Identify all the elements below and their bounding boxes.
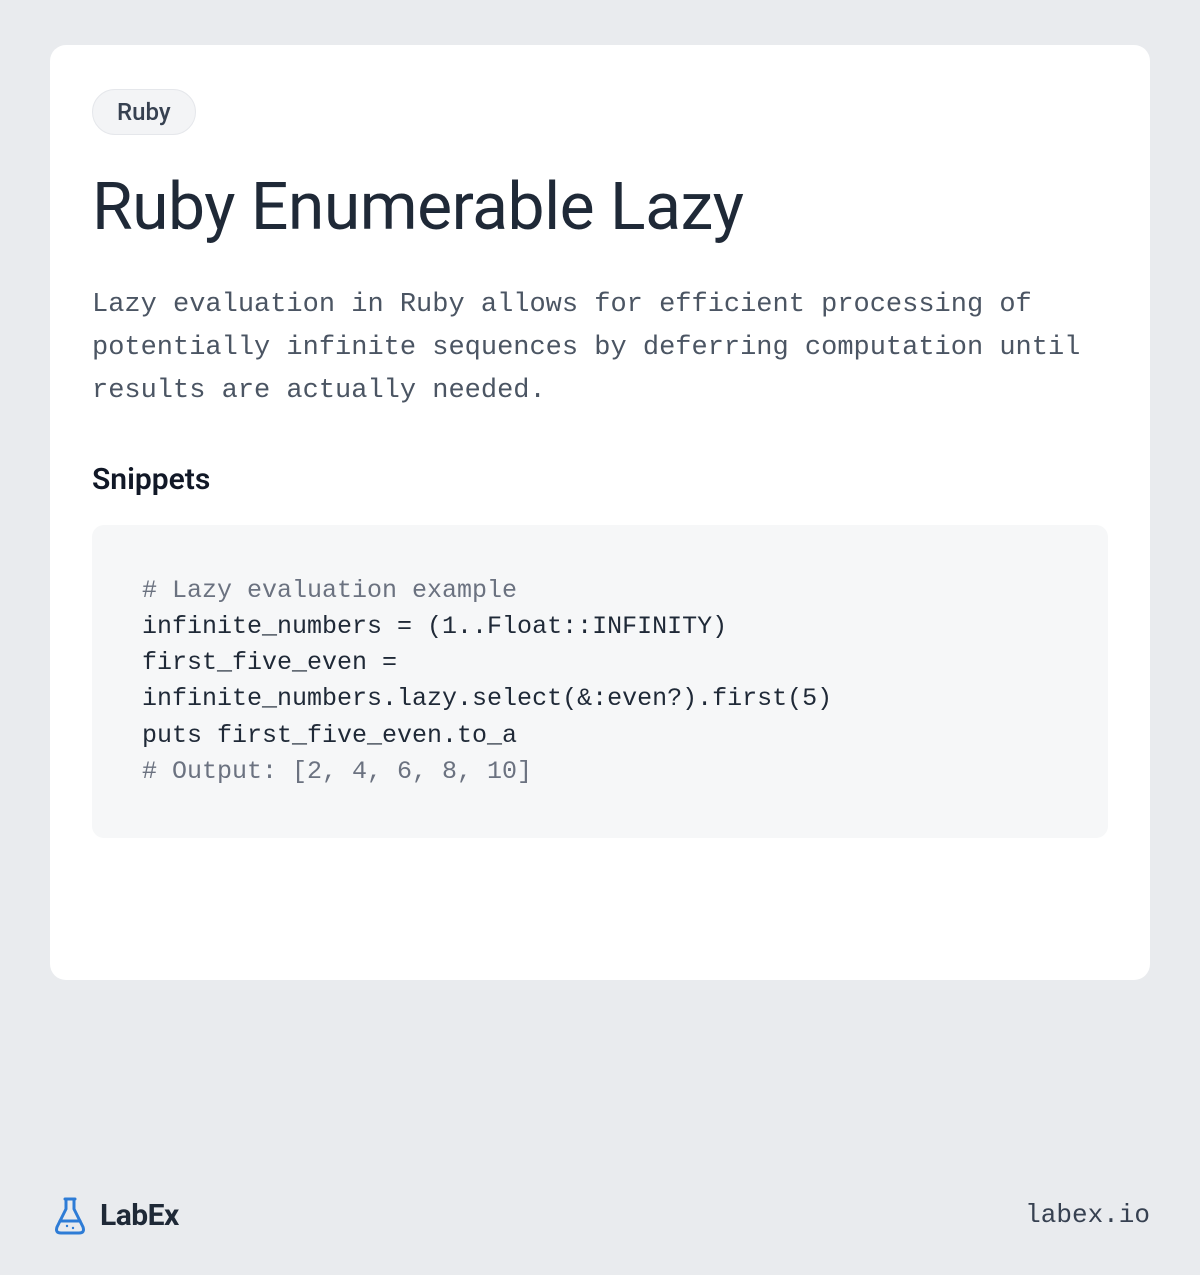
page-title: Ruby Enumerable Lazy <box>92 169 1108 246</box>
snippets-heading: Snippets <box>92 462 1108 497</box>
brand-logo: LabEx <box>50 1195 179 1235</box>
language-tag: Ruby <box>92 89 196 135</box>
code-comment: # Output: [2, 4, 6, 8, 10] <box>142 757 532 786</box>
code-block: # Lazy evaluation example infinite_numbe… <box>92 525 1108 839</box>
brand-name: LabEx <box>100 1198 179 1233</box>
site-url: labex.io <box>1025 1200 1150 1230</box>
code-line: first_five_even = infinite_numbers.lazy.… <box>142 648 832 713</box>
flask-icon <box>50 1195 90 1235</box>
footer: LabEx labex.io <box>0 1195 1200 1235</box>
code-line: puts first_five_even.to_a <box>142 721 517 750</box>
code-line: infinite_numbers = (1..Float::INFINITY) <box>142 612 727 641</box>
description-text: Lazy evaluation in Ruby allows for effic… <box>92 284 1108 414</box>
content-card: Ruby Ruby Enumerable Lazy Lazy evaluatio… <box>50 45 1150 980</box>
code-comment: # Lazy evaluation example <box>142 576 517 605</box>
